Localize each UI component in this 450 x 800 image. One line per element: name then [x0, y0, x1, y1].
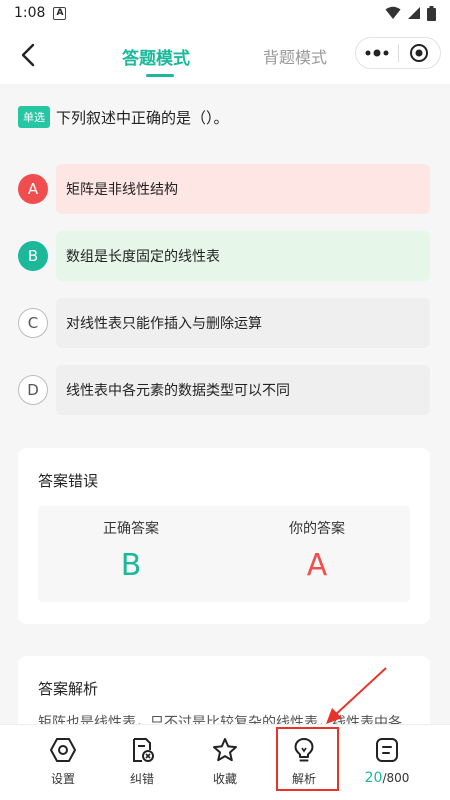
option-c[interactable]: C 对线性表只能作插入与删除运算	[18, 298, 430, 348]
option-a[interactable]: A 矩阵是非线性结构	[18, 164, 430, 214]
progress-total: /800	[382, 771, 410, 785]
question-row: 单选 下列叙述中正确的是（）。	[18, 106, 229, 128]
favorite-label: 收藏	[212, 772, 237, 786]
option-a-letter: A	[18, 174, 48, 204]
option-c-text: 对线性表只能作插入与删除运算	[56, 298, 430, 348]
back-arrow-icon	[21, 43, 35, 67]
settings-button[interactable]: 设置	[28, 725, 98, 800]
top-nav: 答题模式 背题模式	[0, 26, 450, 84]
correct-answer-column: 正确答案 B	[38, 506, 224, 602]
battery-icon	[427, 5, 436, 21]
option-d-text: 线性表中各元素的数据类型可以不同	[56, 365, 430, 415]
your-answer-label: 你的答案	[289, 521, 345, 537]
hexagon-settings-icon	[50, 738, 76, 762]
your-answer-column: 你的答案 A	[224, 506, 410, 602]
favorite-button[interactable]: 收藏	[190, 725, 260, 800]
cellular-icon	[408, 7, 420, 19]
status-right-icons	[385, 5, 436, 21]
option-b-letter: B	[18, 241, 48, 271]
tab-active-indicator	[146, 74, 174, 77]
option-d[interactable]: D 线性表中各元素的数据类型可以不同	[18, 365, 430, 415]
close-mini-program-button[interactable]	[399, 38, 440, 68]
more-button[interactable]	[356, 38, 398, 68]
back-button[interactable]	[14, 40, 44, 70]
option-d-letter: D	[18, 375, 48, 405]
tab-answer-mode[interactable]: 答题模式	[122, 44, 190, 69]
report-error-icon	[133, 738, 154, 762]
bottom-toolbar: 设置 纠错 收藏 解析 20/800	[0, 724, 450, 800]
star-icon	[213, 738, 237, 762]
option-a-text: 矩阵是非线性结构	[56, 164, 430, 214]
option-b[interactable]: B 数组是长度固定的线性表	[18, 231, 430, 281]
result-comparison: 正确答案 B 你的答案 A	[38, 506, 410, 602]
option-c-letter: C	[18, 308, 48, 338]
question-card-icon	[376, 738, 398, 762]
correct-error-button[interactable]: 纠错	[107, 725, 177, 800]
progress-label: 20/800	[352, 770, 422, 786]
progress-current: 20	[364, 770, 383, 786]
tab-recite-mode[interactable]: 背题模式	[263, 44, 327, 68]
analysis-highlight-box	[276, 727, 339, 791]
question-content: 单选 下列叙述中正确的是（）。 A 矩阵是非线性结构 B 数组是长度固定的线性表…	[0, 84, 450, 724]
correct-answer-label: 正确答案	[103, 521, 159, 537]
wifi-icon	[385, 6, 401, 19]
result-title: 答案错误	[38, 472, 99, 490]
annotation-arrow	[326, 667, 387, 724]
notification-a-icon: A	[53, 6, 67, 20]
more-dots-icon	[365, 49, 389, 57]
settings-label: 设置	[50, 772, 75, 786]
correct-answer-value: B	[120, 548, 142, 583]
status-bar: 1:08 A	[0, 0, 450, 26]
target-close-icon	[410, 44, 429, 62]
question-type-tag: 单选	[18, 106, 50, 128]
question-text: 下列叙述中正确的是（）。	[56, 108, 229, 127]
correct-error-label: 纠错	[129, 772, 154, 786]
status-time: 1:08	[14, 5, 46, 21]
your-answer-value: A	[306, 548, 328, 583]
answer-result-card: 答案错误 正确答案 B 你的答案 A	[18, 448, 430, 624]
mini-program-capsule	[355, 37, 441, 69]
analysis-title: 答案解析	[38, 680, 99, 698]
option-b-text: 数组是长度固定的线性表	[56, 231, 430, 281]
question-progress-button[interactable]: 20/800	[352, 725, 422, 800]
